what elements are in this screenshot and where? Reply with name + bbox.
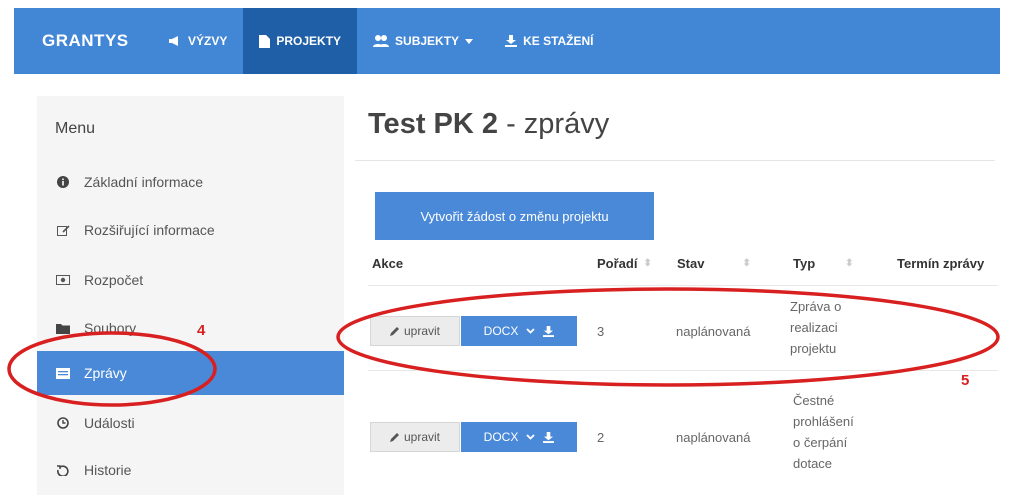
annotation-overlay [7, 287, 1000, 407]
annotation-ellipse-sidebar [7, 331, 217, 407]
annotation-number-4: 4 [197, 322, 206, 339]
annotation-ellipse-row [336, 287, 1000, 387]
annotation-number-5: 5 [961, 372, 970, 389]
